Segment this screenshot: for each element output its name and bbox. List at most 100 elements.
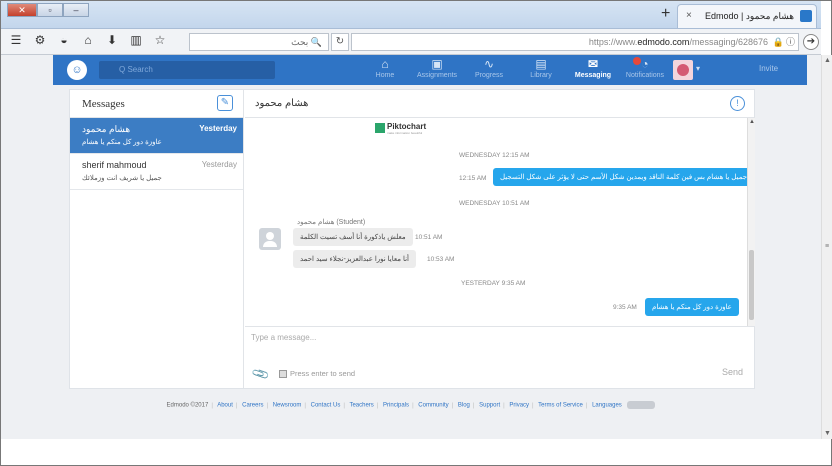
nav-messaging[interactable]: ✉ Messaging (567, 57, 619, 83)
chat-header: هشام محمود ! (245, 90, 755, 118)
footer-link-contact[interactable]: Contact Us (311, 403, 341, 409)
footer-link-community[interactable]: Community (418, 403, 448, 409)
nav-home[interactable]: ⌂ Home (359, 57, 411, 83)
search-icon: 🔍 (310, 37, 322, 47)
scrollbar-thumb[interactable] (749, 250, 754, 320)
edmodo-search-placeholder: Q Search (119, 65, 153, 74)
user-avatar[interactable] (673, 60, 693, 80)
timestamp-divider: WEDNESDAY 10:51 AM (459, 200, 530, 207)
chat-pane: هشام محمود ! Piktochart make information… (245, 90, 755, 388)
tab-title: Edmodo | هشام محمود (705, 11, 794, 21)
lock-icon[interactable]: 🔒 (773, 34, 784, 50)
footer-link-languages[interactable]: Languages (592, 403, 622, 409)
url-path: /messaging/628676 (689, 37, 768, 47)
footer-link-terms[interactable]: Terms of Service (538, 403, 583, 409)
page-content: ☺ Q Search ⌂ Home ▣ Assignments ∿ Progress … (1, 55, 821, 439)
go-button[interactable]: ➔ (803, 34, 819, 50)
message-input[interactable]: Type a message... (251, 333, 316, 342)
edmodo-logo-icon[interactable]: ☺ (67, 60, 87, 80)
window-restore-button[interactable]: ▫ (37, 3, 63, 17)
timestamp-divider: YESTERDAY 9:35 AM (461, 280, 526, 287)
conversation-name: هشام محمود (82, 124, 131, 134)
info-icon[interactable]: ! (730, 96, 745, 111)
message-bubble-outgoing: عاوزة دور كل منكم يا هشام (645, 298, 739, 316)
conversation-date: Yesterday (199, 124, 237, 133)
extension-icon[interactable]: ⚙ (33, 33, 47, 47)
notifications-icon: ◔ (641, 57, 649, 71)
footer-link-support[interactable]: Support (479, 403, 500, 409)
edmodo-favicon-icon (800, 10, 812, 22)
piktochart-logo-icon (375, 123, 385, 133)
bookmark-star-icon[interactable]: ☆ (153, 33, 167, 47)
conversation-list: Messages ✎ هشام محمود Yesterday عاوزة دو… (70, 90, 244, 388)
home-icon: ⌂ (381, 57, 389, 71)
browser-window: ✕ ▫ – + × Edmodo | هشام محمود ☰ ⚙ ◒ ⌂ ⬇ … (0, 0, 832, 466)
new-tab-button[interactable]: + (661, 5, 670, 23)
page-footer: Edmodo ©2017 | About | Careers | Newsroom | … (1, 401, 821, 415)
scroll-down-icon[interactable]: ▼ (824, 430, 831, 437)
address-bar[interactable]: https://www.edmodo.com/messaging/628676 … (351, 33, 799, 51)
edmodo-search-input[interactable]: Q Search (99, 61, 275, 79)
footer-link-newsroom[interactable]: Newsroom (273, 403, 302, 409)
thread-scrollbar[interactable]: ▲ (747, 118, 755, 326)
nav-library-label: Library (530, 72, 552, 79)
conversation-item[interactable]: sherif mahmoud Yesterday جميل يا شريف ان… (70, 154, 243, 190)
footer-link-principals[interactable]: Principals (383, 403, 409, 409)
world-map-icon (627, 401, 656, 409)
sender-label: هشام محمود (Student) (297, 219, 366, 226)
message-composer: Type a message... 📎 Press enter to send … (245, 326, 755, 388)
edmodo-nav: ⌂ Home ▣ Assignments ∿ Progress ▤ Library ✉ M… (359, 57, 671, 83)
message-thread[interactable]: Piktochart make information beautiful WE… (245, 118, 755, 326)
piktochart-tagline: make information beautiful (387, 131, 423, 135)
browser-search-input[interactable]: بحث 🔍 (189, 33, 329, 51)
compose-icon[interactable]: ✎ (217, 95, 233, 111)
footer-link-privacy[interactable]: Privacy (509, 403, 529, 409)
download-icon[interactable]: ⬇ (105, 33, 119, 47)
send-button[interactable]: Send (722, 367, 743, 377)
conversation-item[interactable]: هشام محمود Yesterday عاوزة دور كل منكم ي… (70, 118, 243, 154)
reload-button[interactable]: ↻ (331, 33, 349, 51)
pocket-icon[interactable]: ◒ (57, 33, 71, 47)
message-bubble-outgoing: جميل يا هشام بس فين كلمة الناقد ويمدين ش… (493, 168, 755, 186)
footer-link-blog[interactable]: Blog (458, 403, 470, 409)
page-scrollbar[interactable]: ▲ ≡ ▼ (821, 55, 832, 439)
footer-link-careers[interactable]: Careers (242, 403, 263, 409)
tab-close-icon[interactable]: × (686, 10, 692, 21)
search-placeholder: بحث (291, 37, 309, 47)
nav-home-label: Home (375, 72, 395, 79)
scrollbar-grip[interactable]: ≡ (825, 243, 829, 250)
footer-link-about[interactable]: About (217, 403, 233, 409)
enter-to-send-checkbox[interactable] (279, 370, 287, 378)
piktochart-logo: Piktochart make information beautiful (375, 122, 427, 135)
footer-link-teachers[interactable]: Teachers (349, 403, 373, 409)
chevron-down-icon[interactable]: ▾ (696, 64, 700, 73)
progress-icon: ∿ (483, 57, 495, 71)
info-icon[interactable]: ⓘ (786, 34, 795, 50)
nav-assignments[interactable]: ▣ Assignments (411, 57, 463, 83)
library-icon[interactable]: ▥ (129, 33, 143, 47)
nav-library[interactable]: ▤ Library (515, 57, 567, 83)
home-icon[interactable]: ⌂ (81, 33, 95, 47)
edmodo-header: ☺ Q Search ⌂ Home ▣ Assignments ∿ Progress … (53, 55, 807, 85)
nav-notifications-label: Notifications (625, 72, 665, 79)
window-minimize-button[interactable]: – (63, 3, 89, 17)
nav-progress-label: Progress (474, 72, 503, 79)
piktochart-brand: Piktochart (387, 122, 427, 131)
scroll-up-icon[interactable]: ▲ (749, 119, 755, 125)
conversation-date: Yesterday (201, 160, 237, 169)
browser-tab[interactable]: × Edmodo | هشام محمود (677, 4, 817, 28)
notification-badge (633, 57, 641, 65)
messaging-panel: Messages ✎ هشام محمود Yesterday عاوزة دو… (69, 89, 755, 389)
invite-link[interactable]: Invite (759, 64, 778, 73)
window-controls: ✕ ▫ – (7, 3, 89, 17)
url-prefix: https://www. (588, 37, 638, 47)
nav-messaging-label: Messaging (574, 72, 612, 79)
message-time: 10:53 AM (427, 256, 455, 263)
conversation-name: sherif mahmoud (82, 160, 147, 170)
window-close-button[interactable]: ✕ (7, 3, 37, 17)
menu-icon[interactable]: ☰ (9, 33, 23, 47)
paperclip-icon[interactable]: 📎 (251, 364, 271, 384)
scroll-up-icon[interactable]: ▲ (824, 57, 831, 64)
nav-notifications[interactable]: ◔ Notifications (619, 57, 671, 83)
nav-progress[interactable]: ∿ Progress (463, 57, 515, 83)
